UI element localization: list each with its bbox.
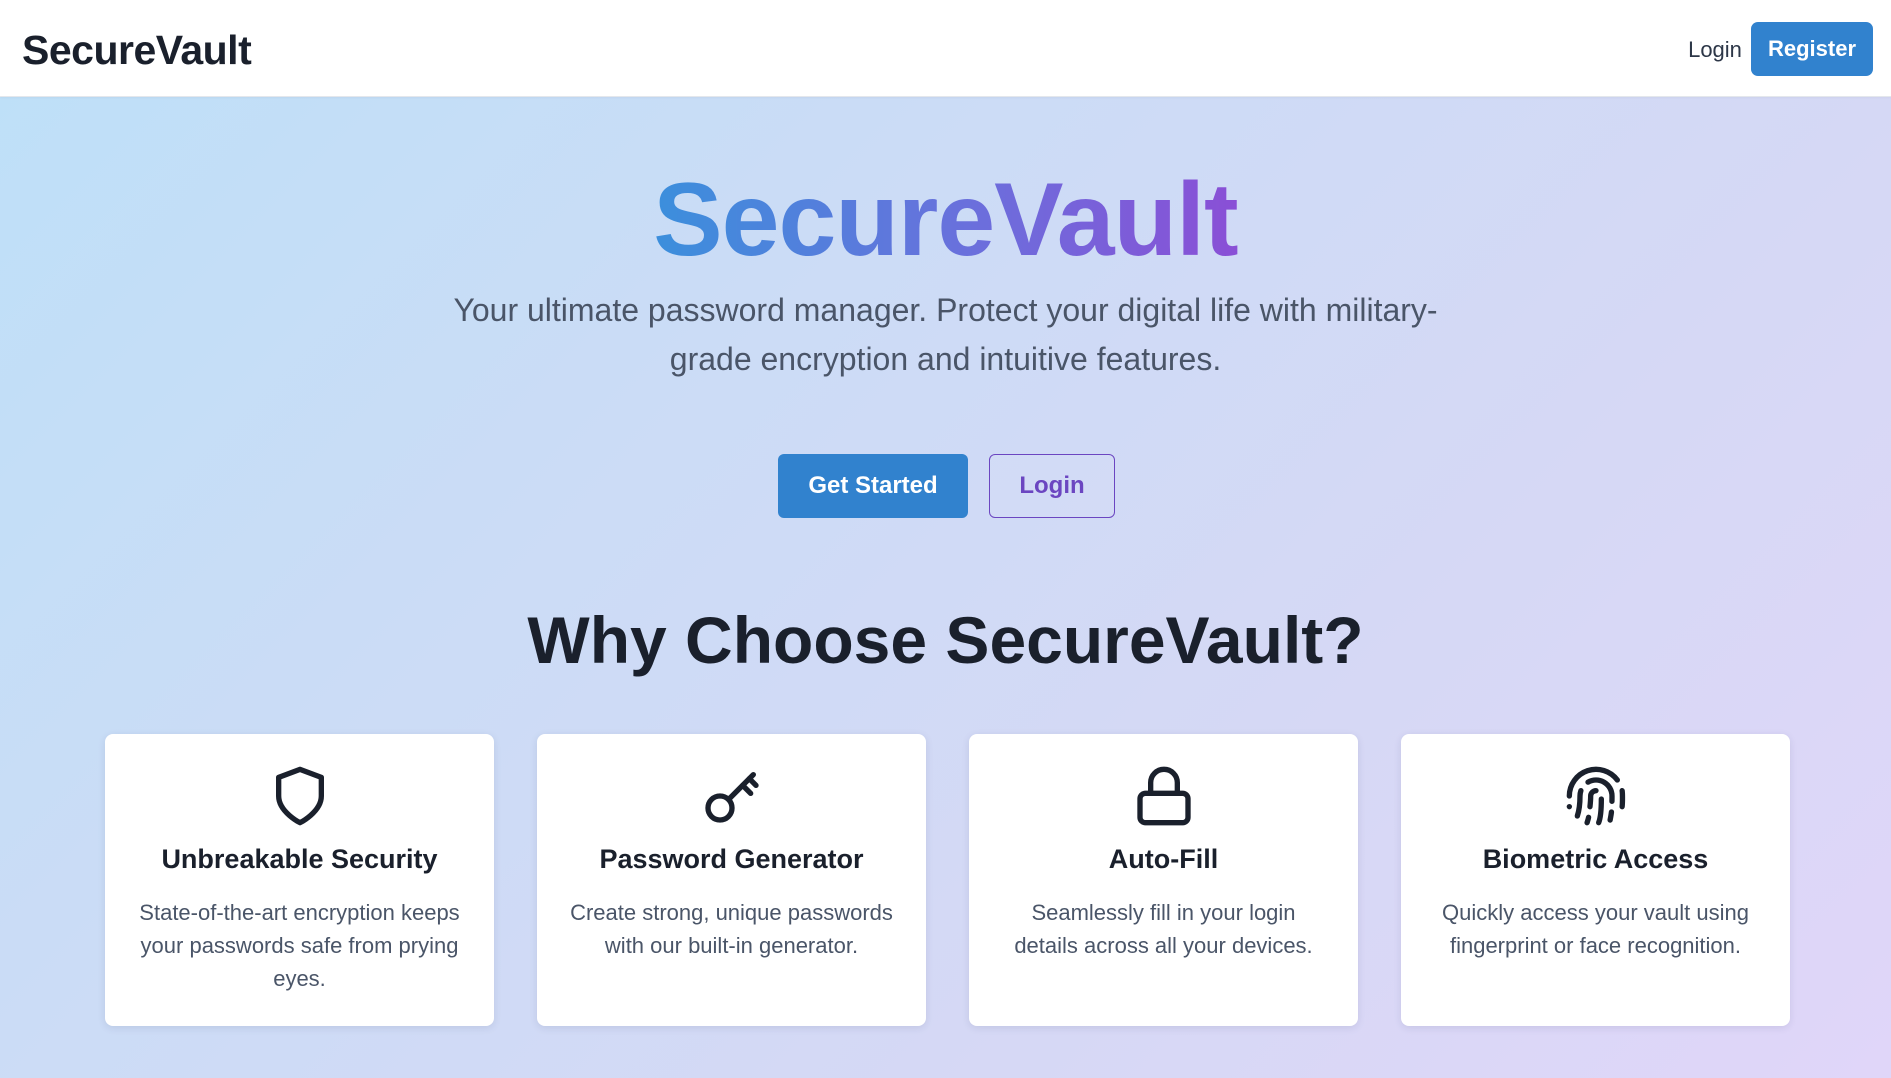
feature-card-autofill: Auto-Fill Seamlessly fill in your login … [969, 734, 1358, 1026]
feature-description: State-of-the-art encryption keeps your p… [139, 900, 460, 991]
feature-description: Seamlessly fill in your login details ac… [1014, 900, 1313, 958]
feature-card-generator: Password Generator Create strong, unique… [537, 734, 926, 1026]
get-started-button[interactable]: Get Started [778, 454, 968, 518]
feature-title: Unbreakable Security [161, 844, 438, 874]
feature-title: Auto-Fill [1108, 844, 1219, 874]
feature-description: Quickly access your vault using fingerpr… [1442, 900, 1749, 958]
feature-title: Biometric Access [1482, 844, 1709, 874]
feature-card-security: Unbreakable Security State-of-the-art en… [105, 734, 494, 1026]
top-navbar: SecureVault Login Register [0, 0, 1891, 97]
brand-logo[interactable]: SecureVault [22, 24, 252, 76]
hero-title-text: SecureVault [653, 162, 1238, 278]
lock-icon [969, 764, 1358, 828]
nav-register-button[interactable]: Register [1751, 22, 1873, 76]
feature-title: Password Generator [599, 844, 864, 874]
feature-description: Create strong, unique passwords with our… [570, 900, 893, 958]
hero-login-button[interactable]: Login [989, 454, 1115, 518]
feature-card-biometric: Biometric Access Quickly access your vau… [1401, 734, 1790, 1026]
hero-subtitle: Your ultimate password manager. Protect … [453, 292, 1438, 377]
shield-icon [105, 764, 494, 828]
features-heading: Why Choose SecureVault? [527, 603, 1364, 677]
key-icon [537, 764, 926, 828]
fingerprint-icon [1401, 764, 1790, 828]
hero-title: SecureVault [0, 160, 1891, 280]
